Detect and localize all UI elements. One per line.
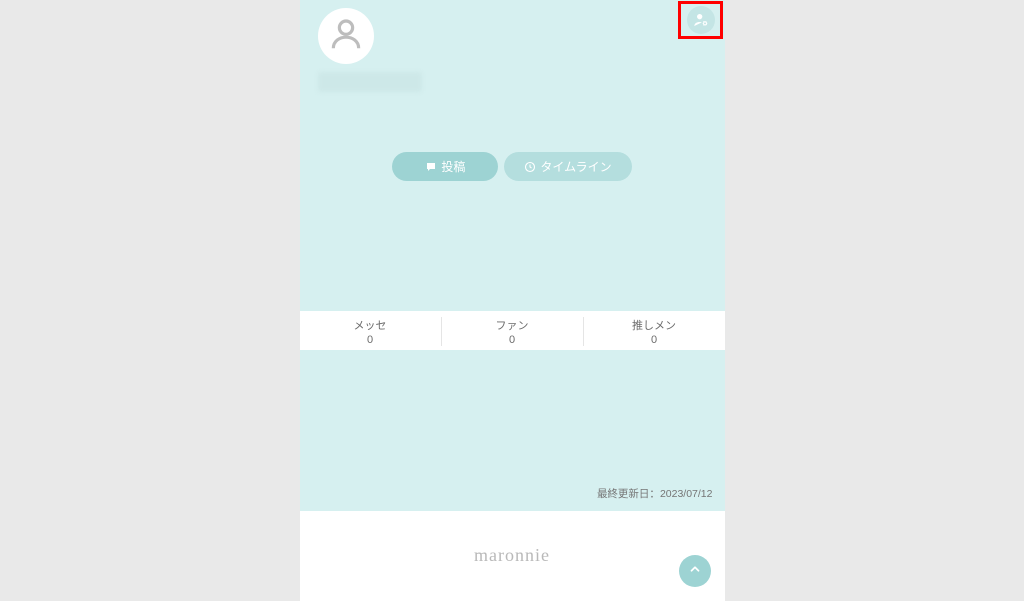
stat-messages[interactable]: メッセ 0 [300, 317, 442, 346]
stats-bar: メッセ 0 ファン 0 推しメン 0 [300, 311, 725, 350]
last-updated-label: 最終更新日： [597, 488, 660, 500]
user-gear-icon [693, 12, 709, 28]
profile-header [300, 0, 725, 100]
stat-count: 0 [442, 334, 583, 346]
content-area [300, 181, 725, 305]
avatar-wrap [318, 8, 713, 64]
username-redacted [318, 72, 422, 92]
last-updated: 最終更新日：2023/07/12 [300, 486, 725, 511]
tab-timeline[interactable]: タイムライン [504, 152, 631, 181]
last-updated-value: 2023/07/12 [660, 488, 713, 500]
stat-fans[interactable]: ファン 0 [442, 317, 584, 346]
clock-icon [524, 161, 536, 173]
tab-row: 投稿 タイムライン [300, 152, 725, 181]
brand-logo: maronnie [474, 545, 550, 566]
speech-icon [425, 161, 437, 173]
stat-label: 推しメン [632, 320, 676, 332]
stat-label: メッセ [354, 320, 387, 332]
stat-label: ファン [496, 320, 529, 332]
scroll-top-button[interactable] [679, 555, 711, 587]
stat-count: 0 [584, 334, 725, 346]
avatar[interactable] [318, 8, 374, 64]
lower-content-area [300, 350, 725, 486]
tab-posts[interactable]: 投稿 [392, 152, 498, 181]
footer: maronnie [300, 511, 725, 601]
app-container: 投稿 タイムライン メッセ 0 ファン 0 推しメン 0 最終更新 [300, 0, 725, 601]
stat-count: 0 [300, 334, 441, 346]
profile-settings-button[interactable] [687, 6, 715, 34]
stat-oshimen[interactable]: 推しメン 0 [584, 317, 725, 346]
person-icon [327, 15, 365, 58]
tab-timeline-label: タイムライン [540, 158, 611, 175]
tab-posts-label: 投稿 [441, 158, 465, 175]
chevron-up-icon [688, 562, 702, 581]
